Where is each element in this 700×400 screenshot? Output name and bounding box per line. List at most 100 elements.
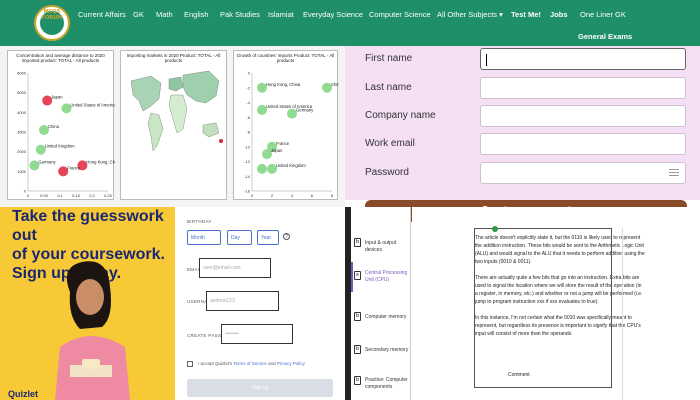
terms-and: and: [266, 361, 277, 366]
birthday-label: BIRTHDAY: [187, 219, 212, 224]
point-label: United Kingdom: [276, 163, 306, 168]
x-tick-label: 0.25: [104, 193, 113, 198]
text-selection-box[interactable]: [474, 228, 612, 388]
point-label: United Kingdom: [45, 144, 75, 149]
nav-pak-studies[interactable]: Pak Studies: [220, 10, 260, 19]
work-email-label: Work email: [365, 138, 415, 149]
last-name-input[interactable]: [480, 77, 686, 99]
terms-of-service-link[interactable]: Terms of Service: [233, 361, 267, 366]
point-label: Japan: [51, 95, 63, 100]
signup-form-panel: First name Last name Company name Work e…: [345, 46, 700, 200]
article-icon: b: [354, 345, 361, 354]
nav-one-liner-gk[interactable]: One Liner GK: [580, 10, 626, 19]
map-north-america: [130, 75, 162, 112]
point-label: Germany: [38, 159, 56, 164]
point-label: France: [67, 165, 81, 170]
nav-islamiat[interactable]: Islamiat: [268, 10, 294, 19]
password-manager-icon[interactable]: [669, 169, 679, 179]
nav-current-affairs[interactable]: Current Affairs: [78, 10, 126, 19]
privacy-policy-link[interactable]: Privacy Policy: [277, 361, 305, 366]
password-label: Password: [365, 167, 409, 178]
nav-everyday-science[interactable]: Everyday Science: [303, 10, 363, 19]
x-tick-label: 2: [271, 193, 274, 198]
point-label: China: [331, 82, 339, 87]
data-point: [257, 163, 267, 174]
username-input[interactable]: andrew123: [206, 291, 279, 311]
x-tick-label: 0: [251, 193, 254, 198]
quizlet-signup-form: BIRTHDAY Month Day Year ? EMAIL user@ema…: [175, 207, 345, 400]
sidebar-item-secondary-memory[interactable]: Secondary memory: [365, 347, 408, 354]
y-tick-label: 0: [248, 71, 251, 76]
y-tick-label: 3000: [17, 130, 27, 135]
list-icon: ≡: [354, 271, 361, 280]
site-logo[interactable]: MCQS FORUM: [34, 5, 70, 41]
last-name-label: Last name: [365, 82, 412, 93]
x-tick-label: 0.1: [57, 193, 63, 198]
practice-icon: b: [354, 376, 361, 385]
birthday-day-select[interactable]: Day: [227, 230, 252, 245]
y-tick-label: -4: [246, 100, 250, 105]
content-divider: [622, 228, 623, 400]
email-input[interactable]: user@email.com: [199, 258, 271, 278]
company-name-input[interactable]: [480, 105, 686, 127]
nav-general-exams[interactable]: General Exams: [578, 32, 632, 41]
nav-math[interactable]: Math: [156, 10, 173, 19]
birthday-year-select[interactable]: Year: [257, 230, 279, 245]
y-tick-label: 1000: [17, 169, 27, 174]
work-email-input[interactable]: [480, 133, 686, 155]
first-name-label: First name: [365, 53, 413, 64]
point-label: Hong Kong, China: [86, 159, 115, 164]
y-tick-label: 5000: [17, 90, 27, 95]
birthday-month-select[interactable]: Month: [187, 230, 221, 245]
top-navigation-bar: MCQS FORUM Current Affairs GK Math Engli…: [0, 0, 700, 46]
chart-map-card: Importing markets in 2020 Product: TOTAL…: [120, 50, 227, 200]
accept-terms-checkbox[interactable]: [187, 361, 193, 367]
student-illustration: [55, 261, 130, 400]
map-oceania: [202, 122, 220, 138]
sidebar-item-input-output[interactable]: Input & output devices: [365, 240, 410, 254]
map-europe: [168, 76, 184, 92]
sidebar-item-computer-memory[interactable]: Computer memory: [365, 314, 406, 321]
terms-prefix: I accept Quizlet's: [198, 361, 234, 366]
create-password-input[interactable]: ••••••••: [221, 324, 293, 344]
nav-jobs[interactable]: Jobs: [550, 10, 568, 19]
y-tick-label: -16: [244, 189, 251, 194]
quizlet-signup-button[interactable]: Sign up: [187, 379, 333, 397]
sidebar-item-practice[interactable]: Practice: Computer components: [365, 377, 409, 391]
world-map: [130, 70, 223, 152]
map-south-america: [147, 112, 164, 152]
nav-all-other-subjects[interactable]: All Other Subjects ▾: [437, 10, 503, 19]
point-label: China: [48, 124, 60, 129]
lesson-sidebar: b Input & output devices ≡ Central Proce…: [351, 207, 411, 400]
x-tick-label: 4: [291, 193, 294, 198]
quizlet-logo[interactable]: Quizlet: [8, 389, 38, 399]
x-tick-label: 0.2: [89, 193, 95, 198]
active-item-indicator: [351, 262, 353, 292]
quizlet-headline-line-1: Take the guesswork out: [12, 208, 164, 244]
map-africa: [168, 94, 188, 134]
map-asia: [182, 70, 220, 104]
point-label: Japan: [271, 148, 283, 153]
password-input[interactable]: [480, 162, 686, 184]
nav-computer-science[interactable]: Computer Science: [369, 10, 431, 19]
y-tick-label: -14: [244, 174, 251, 179]
first-name-input[interactable]: [480, 48, 686, 70]
y-tick-label: 6000: [17, 71, 27, 76]
chart-concentration-card: Concentration and average distance to 20…: [7, 50, 115, 200]
chart-growth-card: Growth of countries' imports Product: TO…: [233, 50, 339, 200]
point-label: France: [276, 141, 290, 146]
y-tick-label: -10: [244, 144, 251, 149]
help-icon[interactable]: ?: [283, 233, 290, 240]
sidebar-item-cpu[interactable]: Central Processing Unit (CPU): [365, 270, 409, 284]
nav-gk[interactable]: GK: [133, 10, 144, 19]
nav-test-me[interactable]: Test Me!: [511, 10, 541, 19]
y-tick-label: 4000: [17, 110, 27, 115]
text-caret: [486, 54, 487, 66]
y-tick-label: -6: [246, 115, 250, 120]
chart-concentration-svg: 60005000400030002000100000 0.05 0.1 0.15 0.2…: [17, 71, 115, 199]
site-logo-text: MCQS FORUM: [41, 9, 63, 21]
comment-marker-icon[interactable]: [492, 226, 498, 232]
nav-english[interactable]: English: [184, 10, 209, 19]
comment-label[interactable]: Comment: [508, 372, 530, 378]
x-tick-label: 6: [311, 193, 314, 198]
